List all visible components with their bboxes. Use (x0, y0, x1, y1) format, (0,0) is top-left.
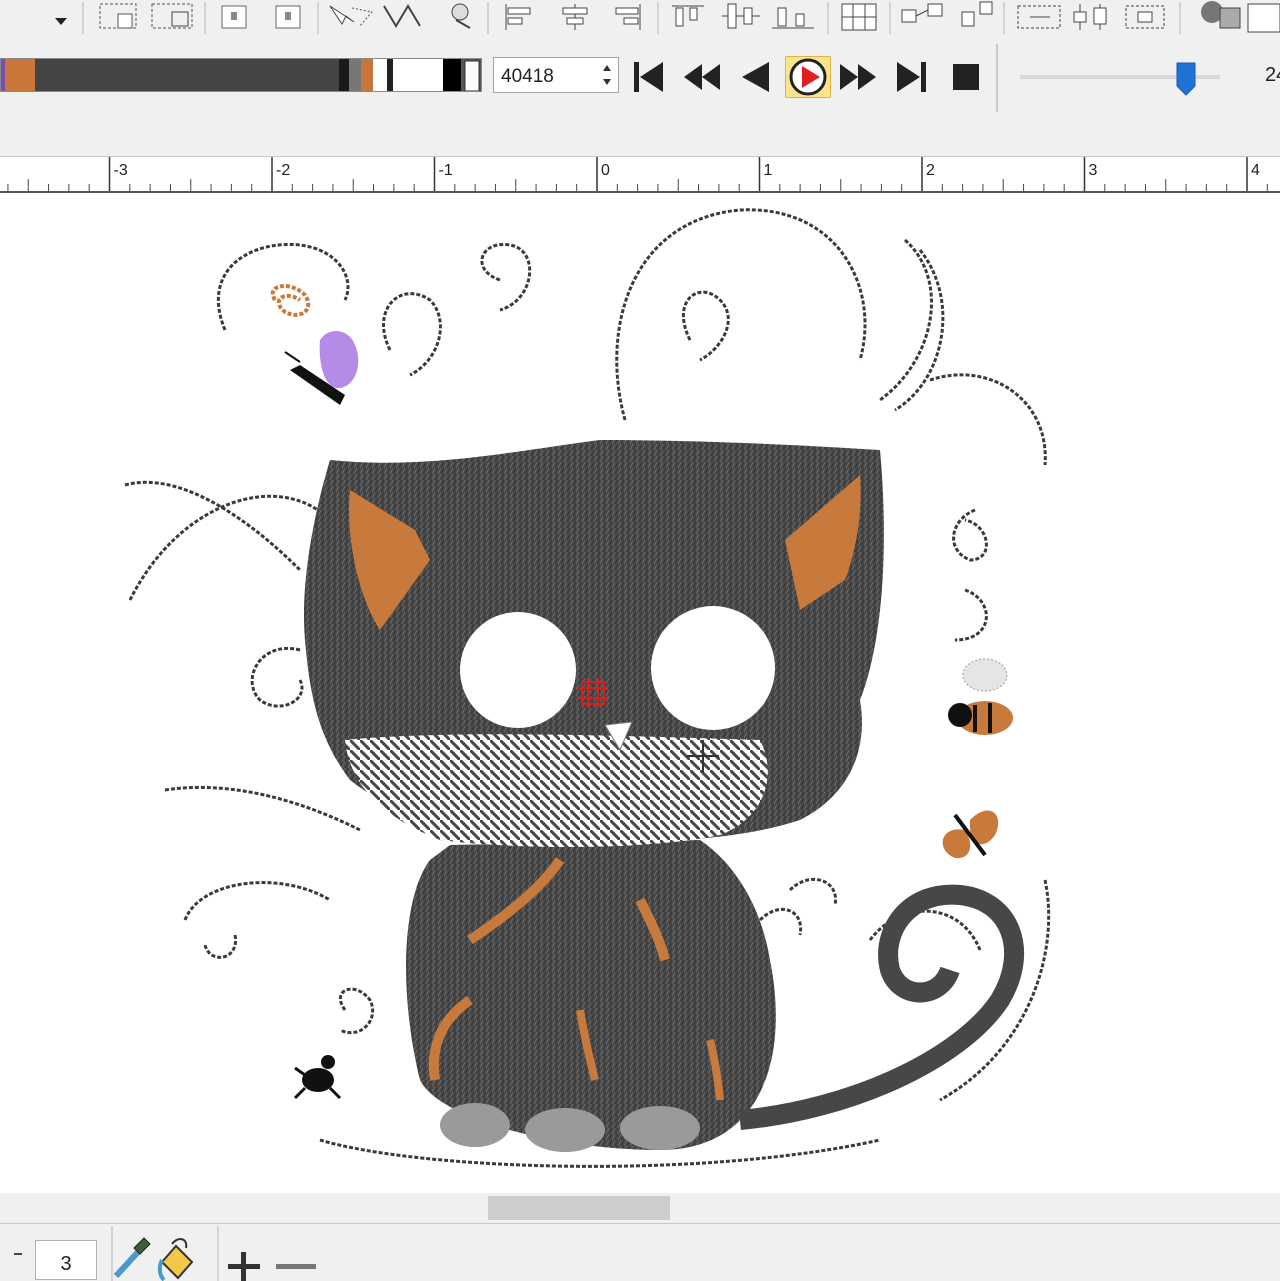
lock-icon[interactable] (221, 5, 247, 29)
page-number-field[interactable]: 3 (35, 1240, 97, 1280)
bee (948, 658, 1013, 735)
align-center-icon[interactable] (562, 4, 588, 30)
play-icon (789, 58, 827, 96)
first-stitch-button[interactable] (628, 56, 668, 98)
left-eye (460, 612, 576, 728)
thread-color-swatch[interactable] (339, 59, 349, 92)
transform-icon[interactable] (151, 3, 193, 29)
fast-forward-icon (840, 64, 876, 90)
rewind-button[interactable] (682, 56, 722, 98)
ruler-label: 1 (764, 162, 773, 179)
thread-color-swatch[interactable] (1, 59, 5, 92)
select-box-icon[interactable] (99, 3, 137, 29)
align-top-icon[interactable] (672, 5, 704, 27)
align-bottom-icon[interactable] (772, 7, 814, 29)
main-toolbar (0, 0, 1280, 39)
butterfly (284, 330, 359, 405)
thread-color-swatch[interactable] (5, 59, 35, 92)
horizontal-ruler: -3 -2 -1 0 1 2 3 4 (0, 157, 1280, 193)
paint-bucket-icon[interactable] (157, 1238, 194, 1281)
pin-icon[interactable] (451, 3, 471, 29)
thread-color-swatch[interactable] (373, 59, 387, 92)
thread-color-swatch[interactable] (387, 59, 393, 92)
distribute-horizontal-icon[interactable] (1017, 5, 1061, 29)
thread-color-strip[interactable] (0, 58, 482, 92)
grid-icon[interactable] (841, 3, 877, 31)
stitch-count-value: 40418 (501, 66, 554, 87)
thread-color-swatch[interactable] (443, 59, 461, 92)
step-back-icon (742, 62, 769, 92)
moth (942, 810, 999, 859)
unlock-icon[interactable] (275, 5, 301, 29)
ruler-label: 3 (1089, 162, 1098, 179)
lasso-select-icon[interactable] (329, 5, 373, 27)
ruler-label: 0 (601, 162, 610, 179)
zoom-out-icon[interactable] (276, 1264, 316, 1269)
align-left-icon[interactable] (505, 4, 531, 30)
rewind-icon (684, 64, 720, 90)
spin-arrows-icon[interactable] (602, 63, 612, 87)
paw (620, 1106, 700, 1150)
horizontal-scrollbar-thumb[interactable] (488, 1196, 670, 1220)
orange-swirl (270, 283, 311, 317)
distribute-vertical-icon[interactable] (1073, 4, 1107, 30)
spider (293, 1055, 342, 1100)
stitch-count-input[interactable]: 40418 (493, 57, 619, 93)
toolbar-separator (996, 44, 998, 112)
eyedropper-icon[interactable] (113, 1237, 151, 1279)
last-stitch-button[interactable] (892, 56, 932, 98)
cat-body (304, 440, 1025, 1152)
fast-forward-button[interactable] (838, 56, 878, 98)
design-canvas[interactable] (0, 193, 1280, 1193)
step-back-button[interactable] (735, 56, 775, 98)
embroidery-cat-design (124, 208, 1051, 1168)
paw (440, 1103, 510, 1147)
stitch-progress-handle[interactable] (464, 60, 480, 91)
tail (739, 884, 1025, 1130)
ruler-label: 4 (1251, 162, 1260, 179)
thread-color-swatch[interactable] (35, 59, 339, 92)
dropdown-arrow-icon[interactable] (55, 18, 67, 25)
zoom-in-icon[interactable] (228, 1252, 260, 1281)
split-stitch-icon[interactable] (383, 4, 421, 28)
paw (525, 1108, 605, 1152)
last-stitch-icon (897, 62, 926, 92)
align-right-icon[interactable] (615, 4, 641, 30)
speed-value: 24 (1265, 64, 1280, 86)
play-button[interactable] (785, 56, 831, 98)
right-eye (651, 606, 775, 730)
stop-icon (953, 64, 979, 90)
thread-color-swatch[interactable] (349, 59, 361, 92)
group-icon[interactable] (901, 3, 943, 23)
stop-button[interactable] (946, 56, 986, 98)
ruler-label: -3 (114, 162, 128, 179)
ruler-label: -2 (276, 162, 290, 179)
cat-muzzle (345, 734, 768, 847)
ruler-label: -1 (439, 162, 453, 179)
thread-color-swatch[interactable] (361, 59, 373, 92)
options-band (0, 116, 1280, 157)
page-number-value: 3 (60, 1253, 72, 1275)
bottom-toolbar (0, 1223, 1280, 1281)
ruler-label: 2 (926, 162, 935, 179)
thread-color-swatch[interactable] (393, 59, 443, 92)
ungroup-icon[interactable] (961, 1, 993, 27)
shapes-icon[interactable] (1201, 1, 1280, 33)
speed-slider-thumb[interactable] (1176, 62, 1196, 96)
distribute-grid-icon[interactable] (1125, 5, 1165, 29)
first-stitch-icon (634, 62, 663, 92)
align-middle-icon[interactable] (722, 3, 760, 29)
